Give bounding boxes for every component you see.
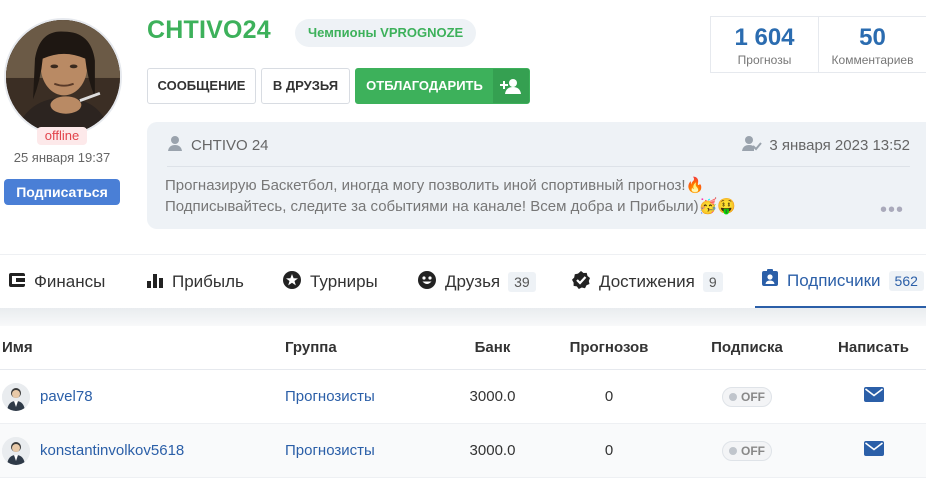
user-check-icon [742,135,763,155]
toggle-knob [729,446,737,455]
stat-comments[interactable]: 50 Комментариев [818,17,926,72]
user-link[interactable]: konstantinvolkov5618 [40,442,184,459]
bio-author-name: CHTIVO 24 [191,136,269,154]
toggle-label: OFF [741,443,765,458]
cell-predictions: 0 [604,442,614,459]
stat-label: Прогнозы [737,53,792,67]
bio-line: Подписывайтесь, следите за событиями на … [165,198,737,215]
profile-username: CHTIVO24 [147,16,271,44]
cell-subscription: OFF [673,440,821,461]
tab-tournaments[interactable]: Турниры [282,255,378,309]
table-row: pavel78 Прогнозисты 3000.0 0 OFF [0,370,926,424]
header-group: Группа [285,339,337,356]
cell-write [821,387,926,406]
header-name: Имя [2,339,33,356]
cell-name: pavel78 [0,382,285,411]
bar-chart-icon [146,271,164,294]
tab-achievements[interactable]: Достижения 9 [571,255,723,309]
divider [167,166,910,167]
stat-value: 1 604 [734,24,795,51]
tab-finance[interactable]: Финансы [8,255,105,309]
tab-label: Финансы [34,272,106,291]
toggle-knob [729,392,737,401]
cell-name: konstantinvolkov5618 [0,436,285,465]
stat-label: Комментариев [831,53,914,67]
thank-button-label: ОТБЛАГОДАРИТЬ [366,78,483,93]
subscribers-table: Имя Группа Банк Прогнозов Подписка Напис… [0,326,926,478]
tab-count-badge: 562 [888,270,924,291]
user-icon [167,135,183,155]
profile-tabs: Финансы Прибыль Турниры Друзья 39 Достиж… [0,254,926,309]
tab-label: Прибыль [172,272,244,291]
subscription-toggle[interactable]: OFF [722,386,772,407]
mail-icon[interactable] [863,387,884,402]
mail-icon[interactable] [863,441,884,456]
header-write: Написать [838,339,909,356]
status-badge: offline [37,127,87,145]
bio-text: Прогназирую Баскетбол, иногда могу позво… [165,175,886,217]
tabs-divider [0,308,926,326]
stat-predictions[interactable]: 1 604 Прогнозы [711,17,818,72]
tab-label: Достижения [599,272,695,291]
profile-stats: 1 604 Прогнозы 50 Комментариев [710,16,926,73]
id-card-icon [761,269,779,292]
user-link[interactable]: pavel78 [40,388,93,405]
add-user-icon [493,69,529,103]
bio-date-text: 3 января 2023 13:52 [769,136,910,154]
group-link[interactable]: Прогнозисты [285,442,375,459]
cell-subscription: OFF [673,386,821,407]
table-header: Имя Группа Банк Прогнозов Подписка Напис… [0,326,926,370]
table-row: konstantinvolkov5618 Прогнозисты 3000.0 … [0,424,926,478]
avatar[interactable] [2,436,30,465]
subscription-toggle[interactable]: OFF [722,440,772,461]
cell-group: Прогнозисты [285,388,440,405]
tab-count-badge: 39 [508,272,536,292]
badge-check-icon [571,270,591,295]
tab-profit[interactable]: Прибыль [146,255,244,309]
bio-line: Прогназирую Баскетбол, иногда могу позво… [165,177,705,194]
cell-group: Прогнозисты [285,442,440,459]
tab-label: Турниры [310,272,378,291]
tab-subscribers[interactable]: Подписчики 562 [755,255,926,309]
stat-value: 50 [859,24,886,51]
star-icon [282,270,302,295]
toggle-label: OFF [741,389,765,404]
profile-avatar [4,18,122,136]
tab-count-badge: 9 [702,272,723,292]
cell-predictions: 0 [604,388,614,405]
message-button[interactable]: СООБЩЕНИЕ [147,68,256,104]
wallet-icon [8,271,26,294]
tab-friends[interactable]: Друзья 39 [417,255,536,309]
bio-date: 3 января 2023 13:52 [742,135,910,155]
header-bank: Банк [474,339,511,356]
cell-bank: 3000.0 [469,388,516,405]
subscribe-button[interactable]: Подписаться [4,179,120,205]
avatar[interactable] [2,382,30,411]
bio-card: CHTIVO 24 3 января 2023 13:52 Прогназиру… [147,122,926,229]
bio-author: CHTIVO 24 [167,135,269,155]
cell-bank: 3000.0 [469,442,516,459]
header-predictions: Прогнозов [569,339,649,356]
group-link[interactable]: Прогнозисты [285,388,375,405]
more-options-icon[interactable]: ••• [880,200,904,220]
group-badge[interactable]: Чемпионы VPROGNOZE [295,19,477,47]
header-subscription: Подписка [711,339,783,356]
cell-write [821,441,926,460]
tab-label: Друзья [445,272,501,291]
last-seen-text: 25 января 19:37 [13,150,111,165]
tab-label: Подписчики [787,270,881,290]
smile-icon [417,270,437,295]
thank-button[interactable]: ОТБЛАГОДАРИТЬ [355,68,530,104]
add-friend-button[interactable]: В ДРУЗЬЯ [261,68,350,104]
